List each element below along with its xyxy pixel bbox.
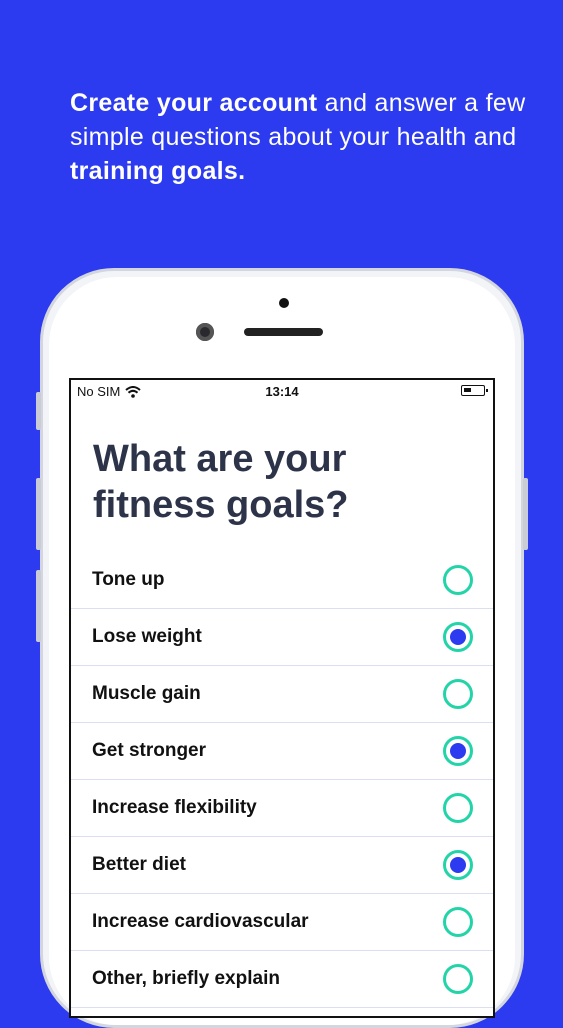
goal-option-row[interactable]: Get stronger [71,723,493,780]
goal-option-radio[interactable] [443,850,473,880]
goal-option-radio[interactable] [443,907,473,937]
goal-option-row[interactable]: Muscle gain [71,666,493,723]
goal-option-row[interactable]: Increase flexibility [71,780,493,837]
goal-option-row[interactable]: Lose weight [71,609,493,666]
goal-option-radio[interactable] [443,736,473,766]
goal-option-row[interactable]: Other, briefly explain [71,951,493,1008]
phone-volume-down-button [36,570,41,642]
radio-selected-dot [450,857,466,873]
goal-option-label: Better diet [92,854,186,875]
phone-screen: No SIM 13:14 What are your fitness goals… [69,378,495,1018]
status-time: 13:14 [265,384,299,399]
goal-option-label: Muscle gain [92,683,201,704]
phone-sensor [279,298,289,308]
phone-mute-switch [36,392,41,430]
radio-selected-dot [450,629,466,645]
goal-option-radio[interactable] [443,964,473,994]
goal-options-list: Tone up Lose weight Muscle gain Get stronge… [71,552,493,1008]
goal-option-label: Tone up [92,569,165,590]
headline-bold-part-1: Create your account [70,89,318,117]
phone-speaker [244,328,323,336]
headline-bold-part-2: training goals. [70,157,246,185]
radio-selected-dot [450,743,466,759]
goal-option-label: Other, briefly explain [92,968,280,989]
battery-icon [461,385,488,396]
status-bar: No SIM 13:14 [71,380,493,402]
goal-option-row[interactable]: Better diet [71,837,493,894]
goal-option-row[interactable]: Tone up [71,552,493,609]
promo-headline: Create your account and answer a few sim… [70,86,530,188]
goal-option-radio[interactable] [443,679,473,709]
goal-option-label: Get stronger [92,740,207,761]
goal-option-radio[interactable] [443,565,473,595]
goal-option-label: Lose weight [92,626,202,647]
goal-option-radio[interactable] [443,793,473,823]
goal-option-label: Increase cardiovascular [92,911,309,932]
phone-volume-up-button [36,478,41,550]
goal-option-radio[interactable] [443,622,473,652]
page-title: What are your fitness goals? [93,438,349,526]
goal-option-label: Increase flexibility [92,797,257,818]
phone-camera [196,323,214,341]
goal-option-row[interactable]: Increase cardiovascular [71,894,493,951]
phone-power-button [523,478,528,550]
